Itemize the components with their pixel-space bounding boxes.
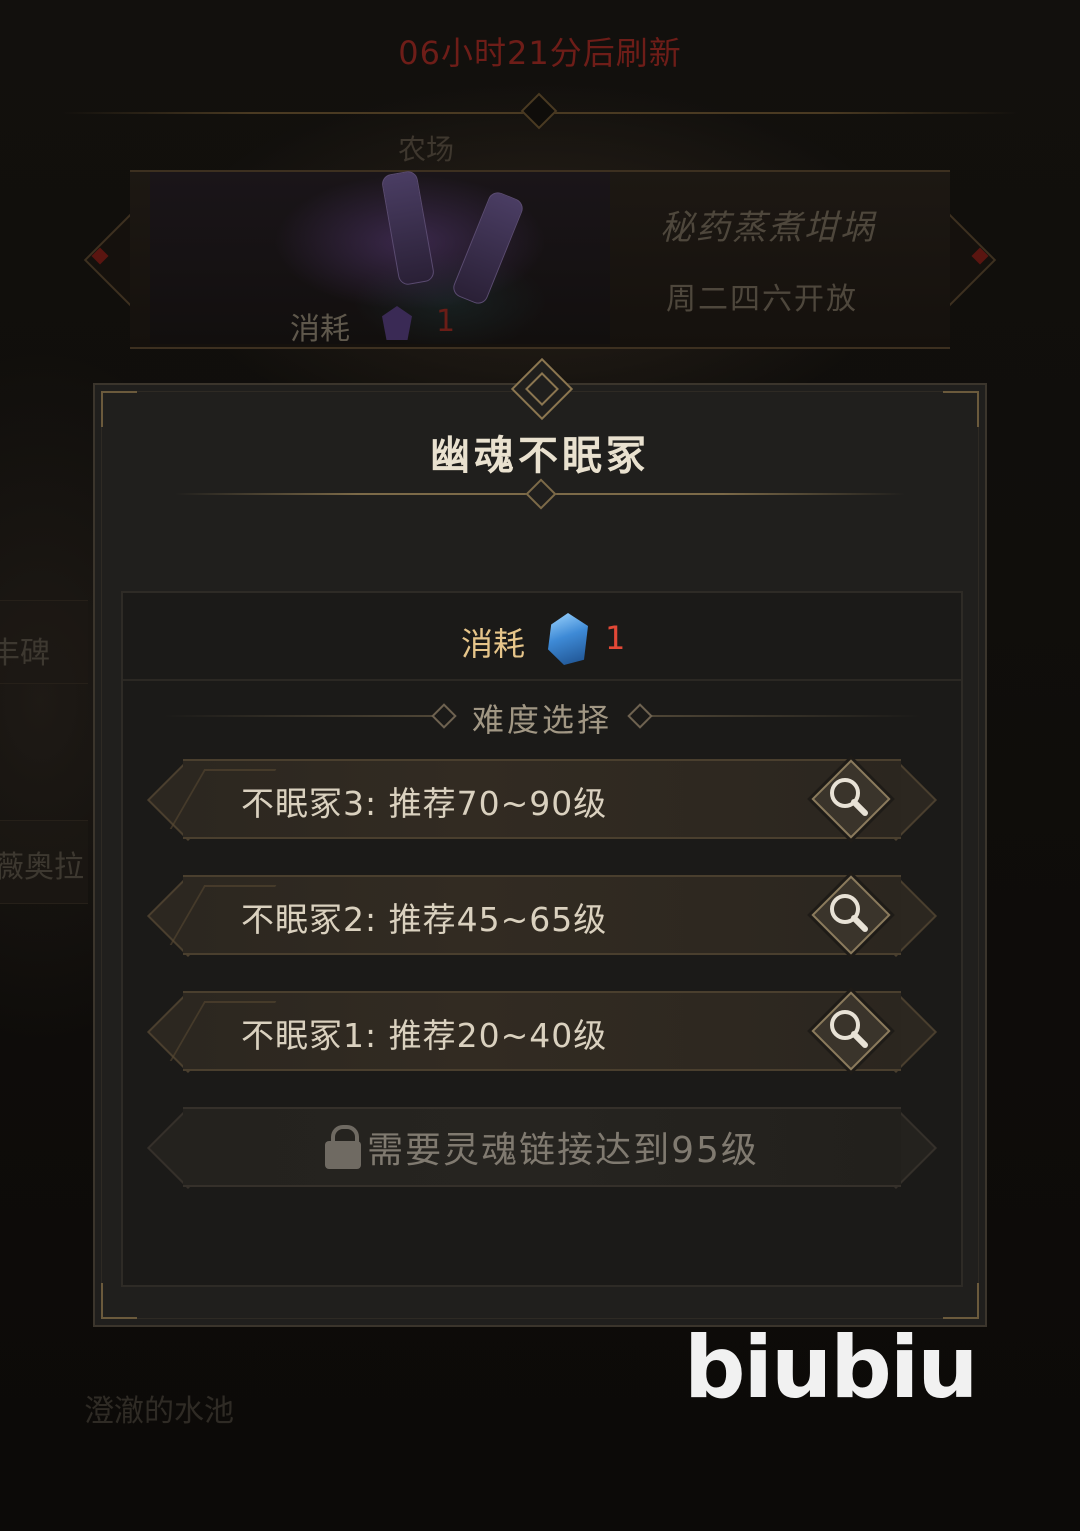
locked-label-row: 需要灵魂链接达到95级	[147, 1121, 937, 1173]
difficulty-option-1[interactable]: 不眠冢1: 推荐20~40级	[146, 990, 938, 1074]
blue-crystal-icon	[548, 613, 588, 665]
banner-schedule: 周二四六开放	[666, 282, 858, 317]
cost-label: 消耗	[461, 625, 526, 663]
magnifier-icon	[830, 894, 868, 932]
vial-icon	[380, 169, 436, 287]
inspect-button[interactable]	[811, 875, 891, 955]
difficulty-panel: 消耗 1 难度选择 不眠冢3: 推荐70~90级 不眠冢2: 推荐45~65级 …	[121, 591, 963, 1287]
difficulty-option-2[interactable]: 不眠冢2: 推荐45~65级	[146, 874, 938, 958]
modal-title: 幽魂不眠冢	[430, 433, 650, 479]
option-label: 不眠冢2: 推荐45~65级	[241, 900, 608, 939]
inspect-button[interactable]	[811, 991, 891, 1071]
lock-icon	[325, 1125, 362, 1169]
cost-row: 消耗 1	[123, 613, 961, 673]
panel-divider	[123, 679, 961, 681]
banner-cost-label: 消耗	[290, 312, 350, 347]
dungeon-modal: 幽魂不眠冢 消耗 1 难度选择 不眠冢3: 推荐70~90级 不眠冢2: 推荐4…	[93, 357, 987, 1327]
cost-value: 1	[605, 619, 626, 657]
inspect-button[interactable]	[811, 759, 891, 839]
magnifier-icon	[830, 1010, 868, 1048]
vial-icon	[450, 189, 526, 307]
corner-ornament	[943, 391, 979, 427]
side-item-monument: 丰碑	[0, 636, 50, 671]
magnifier-icon	[830, 778, 868, 816]
watermark-logo: biubiu	[684, 1318, 979, 1418]
refresh-timer: 06小时21分后刷新	[398, 34, 682, 72]
corner-ornament	[101, 1283, 137, 1319]
corner-ornament	[101, 391, 137, 427]
side-item-viola: 薇奥拉	[0, 850, 84, 885]
location-clear-pool[interactable]: 澄澈的水池	[84, 1386, 234, 1430]
option-label: 不眠冢1: 推荐20~40级	[241, 1016, 608, 1055]
banner-cost-value: 1	[436, 304, 456, 339]
difficulty-option-locked[interactable]: 需要灵魂链接达到95级	[146, 1106, 938, 1190]
difficulty-header: 难度选择	[123, 693, 961, 739]
event-banner[interactable]: 消耗 1 秘药蒸煮坩埚 周二四六开放	[83, 169, 997, 350]
corner-ornament	[943, 1283, 979, 1319]
option-label: 不眠冢3: 推荐70~90级	[241, 784, 608, 823]
difficulty-option-3[interactable]: 不眠冢3: 推荐70~90级	[146, 758, 938, 842]
locked-requirement: 需要灵魂链接达到95级	[367, 1130, 759, 1171]
difficulty-label: 难度选择	[471, 701, 612, 739]
location-label: 农场	[398, 133, 455, 166]
cauldron-image	[150, 169, 610, 344]
banner-title: 秘药蒸煮坩埚	[660, 208, 876, 248]
